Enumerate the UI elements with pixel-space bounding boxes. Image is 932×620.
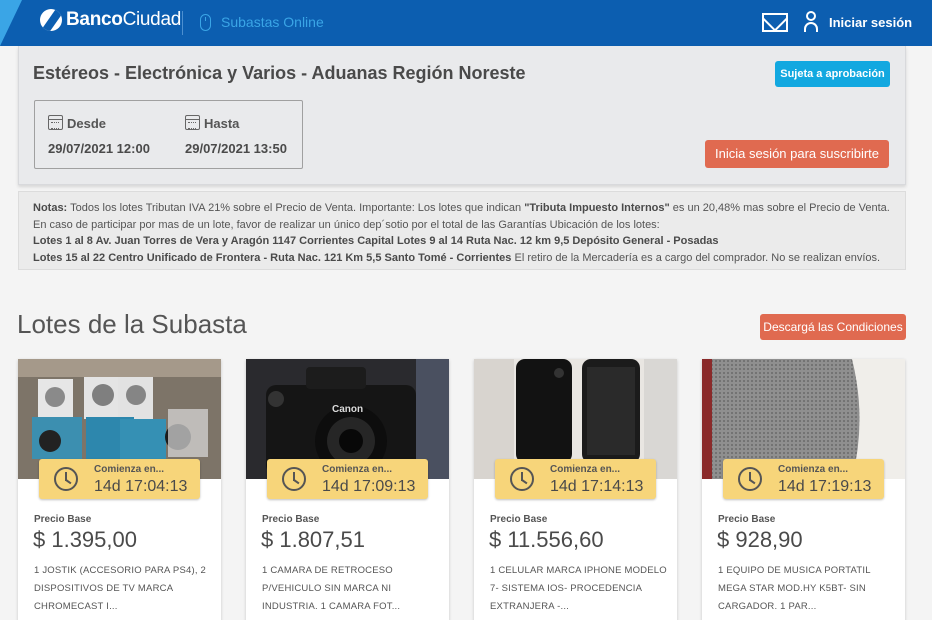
calendar-icon: [48, 115, 63, 130]
calendar-icon: [185, 115, 200, 130]
header-accent-corner: [0, 0, 22, 46]
notes-line: Notas: Todos los lotes Tributan IVA 21% …: [33, 202, 890, 214]
auction-title: Estéreos - Electrónica y Varios - Aduana…: [33, 63, 526, 83]
price-label: Precio Base: [262, 514, 320, 525]
download-conditions-button[interactable]: Descargá las Condiciones: [760, 314, 906, 340]
date-to: Hasta 29/07/2021 13:50: [185, 115, 287, 156]
price-label: Precio Base: [490, 514, 548, 525]
bancociudad-logo-icon: [40, 9, 62, 31]
lot-card[interactable]: Comienza en... 14d 17:19:13 Precio Base …: [702, 359, 905, 620]
date-from: Desde 29/07/2021 12:00: [48, 115, 150, 156]
price-label: Precio Base: [34, 514, 92, 525]
section-title[interactable]: Subastas Online: [221, 14, 324, 30]
mail-icon[interactable]: [762, 13, 788, 32]
countdown-badge: Comienza en... 14d 17:04:13: [39, 459, 200, 499]
date-to-label: Hasta: [204, 116, 240, 131]
countdown-value: 14d 17:09:13: [322, 478, 416, 495]
lot-description: 1 JOSTIK (ACCESORIO PARA PS4), 2 DISPOSI…: [34, 565, 206, 612]
countdown-badge: Comienza en... 14d 17:14:13: [495, 459, 656, 499]
base-price: $ 1.807,51: [261, 527, 365, 552]
lot-description: 1 EQUIPO DE MUSICA PORTATIL MEGA STAR MO…: [718, 565, 871, 612]
clock-icon: [738, 467, 762, 491]
base-price: $ 11.556,60: [489, 527, 604, 552]
subscribe-button[interactable]: Inicia sesión para suscribirte: [705, 140, 889, 168]
auction-notes: Notas: Todos los lotes Tributan IVA 21% …: [18, 191, 906, 270]
lot-card[interactable]: Comienza en... 14d 17:14:13 Precio Base …: [474, 359, 677, 620]
countdown-label: Comienza en...: [550, 464, 621, 475]
login-link[interactable]: Iniciar sesión: [829, 15, 912, 30]
svg-text:Canon: Canon: [332, 404, 363, 415]
clock-icon: [54, 467, 78, 491]
base-price: $ 928,90: [717, 527, 803, 552]
clock-icon: [510, 467, 534, 491]
auction-info-card: Estéreos - Electrónica y Varios - Aduana…: [18, 46, 906, 185]
notes-line: Lotes 1 al 8 Av. Juan Torres de Vera y A…: [33, 235, 719, 247]
lot-card[interactable]: Canon Comienza en... 14d 17:09:13 Precio…: [246, 359, 449, 620]
base-price: $ 1.395,00: [33, 527, 137, 552]
auction-dates: Desde 29/07/2021 12:00 Hasta 29/07/2021 …: [34, 100, 303, 169]
notes-line: En caso de participar por mas de un lote…: [33, 218, 660, 231]
bancociudad-logo[interactable]: BancoCiudad: [40, 9, 181, 31]
notes-line: Lotes 15 al 22 Centro Unificado de Front…: [33, 251, 881, 264]
countdown-label: Comienza en...: [94, 464, 165, 475]
lot-description: 1 CELULAR MARCA IPHONE MODELO 7- SISTEMA…: [490, 565, 667, 612]
countdown-label: Comienza en...: [778, 464, 849, 475]
header-divider: [182, 11, 183, 35]
countdown-label: Comienza en...: [322, 464, 393, 475]
clock-icon: [282, 467, 306, 491]
countdown-value: 14d 17:19:13: [778, 478, 872, 495]
lots-section-title: Lotes de la Subasta: [17, 309, 247, 339]
countdown-value: 14d 17:04:13: [94, 478, 188, 495]
countdown-badge: Comienza en... 14d 17:19:13: [723, 459, 884, 499]
price-label: Precio Base: [718, 514, 776, 525]
lot-description: 1 CAMARA DE RETROCESO P/VEHICULO SIN MAR…: [262, 565, 401, 612]
date-from-label: Desde: [67, 116, 107, 131]
top-navbar: BancoCiudad Subastas Online Iniciar sesi…: [0, 0, 932, 46]
mouse-icon: [200, 14, 211, 31]
lot-card[interactable]: Comienza en... 14d 17:04:13 Precio Base …: [18, 359, 221, 620]
approval-badge[interactable]: Sujeta a aprobación: [775, 61, 890, 87]
countdown-value: 14d 17:14:13: [550, 478, 644, 495]
date-to-value: 29/07/2021 13:50: [185, 141, 287, 156]
date-from-value: 29/07/2021 12:00: [48, 141, 150, 156]
brand-name: BancoCiudad: [66, 9, 181, 30]
user-icon[interactable]: [804, 11, 818, 33]
countdown-badge: Comienza en... 14d 17:09:13: [267, 459, 428, 499]
